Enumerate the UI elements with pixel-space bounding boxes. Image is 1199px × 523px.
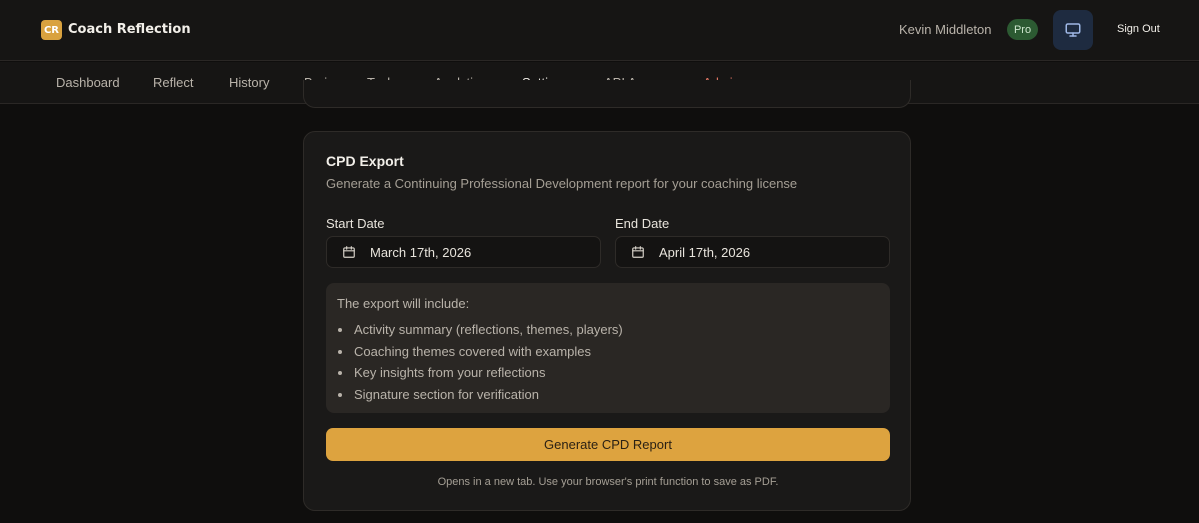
- export-contents-heading: The export will include:: [337, 296, 470, 311]
- export-contents-box: The export will include: Activity summar…: [326, 283, 890, 413]
- start-date-value: March 17th, 2026: [370, 244, 472, 260]
- top-bar: CR Coach Reflection Kevin Middleton Pro …: [0, 0, 1199, 61]
- list-item: Activity summary (reflections, themes, p…: [337, 319, 623, 341]
- calendar-icon: [343, 246, 355, 258]
- nav-history[interactable]: History: [229, 62, 269, 103]
- start-date-picker[interactable]: March 17th, 2026: [326, 236, 601, 268]
- generate-cpd-report-button[interactable]: Generate CPD Report: [326, 428, 890, 461]
- card-title: CPD Export: [326, 153, 404, 169]
- sign-out-button[interactable]: Sign Out: [1117, 23, 1160, 35]
- end-date-value: April 17th, 2026: [659, 244, 751, 260]
- display-mode-button[interactable]: [1053, 10, 1093, 50]
- previous-card-edge: [303, 80, 911, 108]
- app-title[interactable]: Coach Reflection: [68, 22, 191, 37]
- monitor-icon: [1065, 23, 1081, 37]
- card-subtitle: Generate a Continuing Professional Devel…: [326, 176, 798, 191]
- end-date-picker[interactable]: April 17th, 2026: [615, 236, 890, 268]
- list-item: Signature section for verification: [337, 384, 623, 406]
- export-contents-list: Activity summary (reflections, themes, p…: [337, 319, 623, 406]
- export-footnote: Opens in a new tab. Use your browser's p…: [437, 476, 779, 488]
- list-item: Coaching themes covered with examples: [337, 341, 623, 363]
- nav-reflect[interactable]: Reflect: [153, 62, 193, 103]
- app-logo[interactable]: CR: [41, 20, 62, 40]
- start-date-label: Start Date: [326, 216, 385, 231]
- cpd-export-card: CPD Export Generate a Continuing Profess…: [303, 131, 911, 511]
- calendar-icon: [632, 246, 644, 258]
- user-name: Kevin Middleton: [899, 22, 992, 37]
- end-date-label: End Date: [615, 216, 670, 231]
- plan-badge: Pro: [1007, 19, 1038, 40]
- nav-dashboard[interactable]: Dashboard: [56, 62, 120, 103]
- list-item: Key insights from your reflections: [337, 362, 623, 384]
